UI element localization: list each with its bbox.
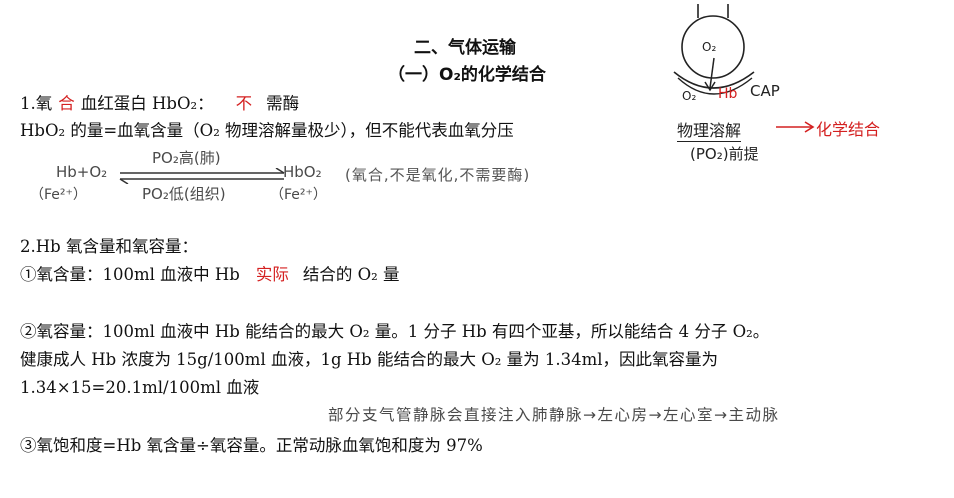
section-title: 二、气体运输 — [414, 38, 516, 58]
equation-left: Hb+O₂ — [56, 163, 108, 181]
item1-red-word-1: 合 — [58, 94, 75, 113]
bronchial-vein-handnote: 部分支气管静脉会直接注入肺静脉→左心房→左心室→主动脉 — [328, 406, 780, 424]
equation-top-label: PO₂高(肺) — [152, 149, 221, 167]
oxygen-content-red-word: 实际 — [255, 265, 289, 284]
oxygen-saturation-line: ③氧饱和度=Hb 氧含量÷氧容量。正常动脉血氧饱和度为 97% — [20, 436, 483, 455]
item1-mid: 血红蛋白 HbO₂： — [80, 94, 214, 113]
oxygen-content-suffix: 结合的 O₂ 量 — [302, 265, 400, 284]
item1-line2: HbO₂ 的量=血氧含量（O₂ 物理溶解量极少），但不能代表血氧分压 — [20, 121, 514, 140]
item1-prefix: 1.氧 — [20, 94, 53, 113]
equation-right: HbO₂ — [283, 163, 322, 181]
oxygen-capacity-line2: 健康成人 Hb 浓度为 15g/100ml 血液，1g Hb 能结合的最大 O₂… — [20, 350, 719, 369]
reversible-arrow-icon — [119, 168, 285, 184]
diagram-o2-label: O₂ — [682, 89, 697, 103]
oxygen-content-prefix: ①氧含量：100ml 血液中 Hb — [20, 265, 240, 284]
oxygen-capacity-line3: 1.34×15=20.1ml/100ml 血液 — [20, 378, 260, 397]
diagram-hb-label: Hb — [718, 86, 738, 102]
item2-title: 2.Hb 氧含量和氧容量： — [20, 237, 198, 256]
equation-note: (氧合,不是氧化,不需要酶) — [345, 166, 531, 184]
item1-red-word-2: 不 — [235, 94, 253, 113]
subsection-title: （一）O₂的化学结合 — [388, 65, 546, 85]
diagram-chemical-label: 化学结合 — [816, 120, 881, 139]
diagram-cap-label: CAP — [750, 82, 780, 100]
item1-suffix: 需酶 — [266, 94, 300, 113]
equation-right-sub: （Fe²⁺） — [270, 187, 327, 203]
equation-bottom-label: PO₂低(组织) — [142, 185, 226, 203]
diagram-premise-label: (PO₂)前提 — [690, 145, 759, 163]
diagram-physical-label: 物理溶解 — [677, 117, 742, 142]
equation-left-sub: （Fe²⁺） — [30, 187, 87, 203]
oxygen-capacity-line1: ②氧容量：100ml 血液中 Hb 能结合的最大 O₂ 量。1 分子 Hb 有四… — [20, 322, 770, 341]
conversion-arrow-icon — [776, 121, 815, 133]
item1-line1: 1.氧合血红蛋白 HbO₂： 不需酶 — [20, 90, 299, 114]
diagram-o2-in-circle: O₂ — [702, 40, 717, 54]
oxygen-content-line: ①氧含量：100ml 血液中 Hb 实际 结合的 O₂ 量 — [20, 261, 400, 285]
